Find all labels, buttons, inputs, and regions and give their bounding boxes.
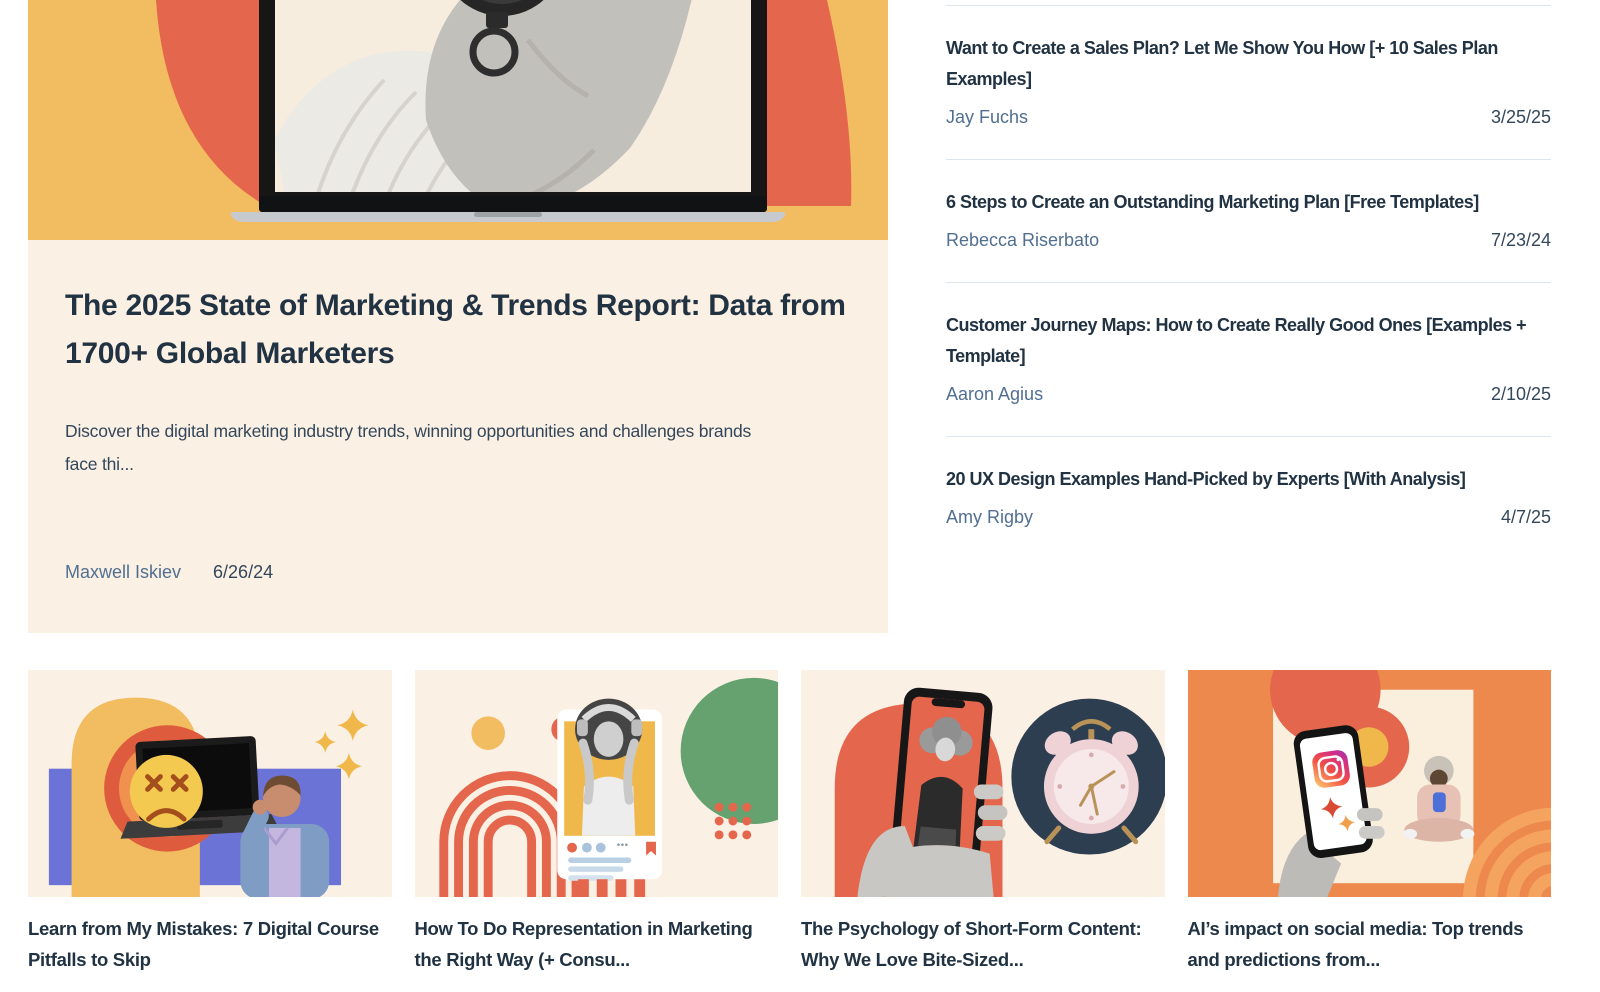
article-title[interactable]: Want to Create a Sales Plan? Let Me Show… — [946, 33, 1551, 95]
article-cards-row: Learn from My Mistakes: 7 Digital Course… — [28, 670, 1551, 975]
article-meta: Aaron Agius 2/10/25 — [946, 384, 1551, 405]
instagram-logo-icon — [1311, 749, 1351, 789]
card-image[interactable] — [801, 670, 1165, 897]
article-card[interactable]: How To Do Representation in Marketing th… — [415, 670, 779, 975]
article-author: Amy Rigby — [946, 507, 1033, 528]
card-title[interactable]: The Psychology of Short-Form Content: Wh… — [801, 913, 1165, 975]
featured-article-author[interactable]: Maxwell Iskiev — [65, 562, 181, 583]
article-author: Aaron Agius — [946, 384, 1043, 405]
featured-article-card[interactable]: The 2025 State of Marketing & Trends Rep… — [28, 0, 888, 633]
list-item[interactable]: Customer Journey Maps: How to Create Rea… — [946, 282, 1551, 436]
article-date: 2/10/25 — [1491, 384, 1551, 405]
card-image[interactable] — [415, 670, 779, 897]
article-card[interactable]: The Psychology of Short-Form Content: Wh… — [801, 670, 1165, 975]
article-date: 3/25/25 — [1491, 107, 1551, 128]
featured-article-date: 6/26/24 — [213, 562, 273, 583]
article-title[interactable]: 20 UX Design Examples Hand-Picked by Exp… — [946, 464, 1551, 495]
article-card[interactable]: AI’s impact on social media: Top trends … — [1188, 670, 1552, 975]
featured-article-body: The 2025 State of Marketing & Trends Rep… — [28, 240, 888, 633]
dot-grid — [714, 803, 751, 840]
article-date: 7/23/24 — [1491, 230, 1551, 251]
article-title[interactable]: Customer Journey Maps: How to Create Rea… — [946, 310, 1551, 372]
card-image[interactable] — [1188, 670, 1552, 897]
card-title[interactable]: How To Do Representation in Marketing th… — [415, 913, 779, 975]
featured-article-meta: Maxwell Iskiev 6/26/24 — [65, 562, 851, 583]
laptop-icon — [231, 0, 786, 240]
featured-and-list-section: The 2025 State of Marketing & Trends Rep… — [28, 0, 1551, 633]
blog-listing-page: The 2025 State of Marketing & Trends Rep… — [0, 0, 1600, 992]
card-title[interactable]: AI’s impact on social media: Top trends … — [1188, 913, 1552, 975]
article-meta: Rebecca Riserbato 7/23/24 — [946, 230, 1551, 251]
article-date: 4/7/25 — [1501, 507, 1551, 528]
article-card[interactable]: Learn from My Mistakes: 7 Digital Course… — [28, 670, 392, 975]
list-item[interactable]: 20 UX Design Examples Hand-Picked by Exp… — [946, 436, 1551, 559]
card-title[interactable]: Learn from My Mistakes: 7 Digital Course… — [28, 913, 392, 975]
article-author: Rebecca Riserbato — [946, 230, 1099, 251]
list-item[interactable]: Want to Create a Sales Plan? Let Me Show… — [946, 5, 1551, 159]
featured-article-title[interactable]: The 2025 State of Marketing & Trends Rep… — [65, 282, 851, 378]
sad-face-emoji-icon — [130, 755, 203, 828]
article-meta: Amy Rigby 4/7/25 — [946, 507, 1551, 528]
featured-article-excerpt: Discover the digital marketing industry … — [65, 415, 765, 481]
article-title[interactable]: 6 Steps to Create an Outstanding Marketi… — [946, 187, 1551, 218]
article-meta: Jay Fuchs 3/25/25 — [946, 107, 1551, 128]
featured-article-image[interactable] — [28, 0, 888, 240]
yellow-dot — [471, 716, 505, 750]
article-author: Jay Fuchs — [946, 107, 1028, 128]
list-item[interactable]: 6 Steps to Create an Outstanding Marketi… — [946, 159, 1551, 282]
card-image[interactable] — [28, 670, 392, 897]
latest-articles-list: Want to Create a Sales Plan? Let Me Show… — [946, 0, 1551, 633]
